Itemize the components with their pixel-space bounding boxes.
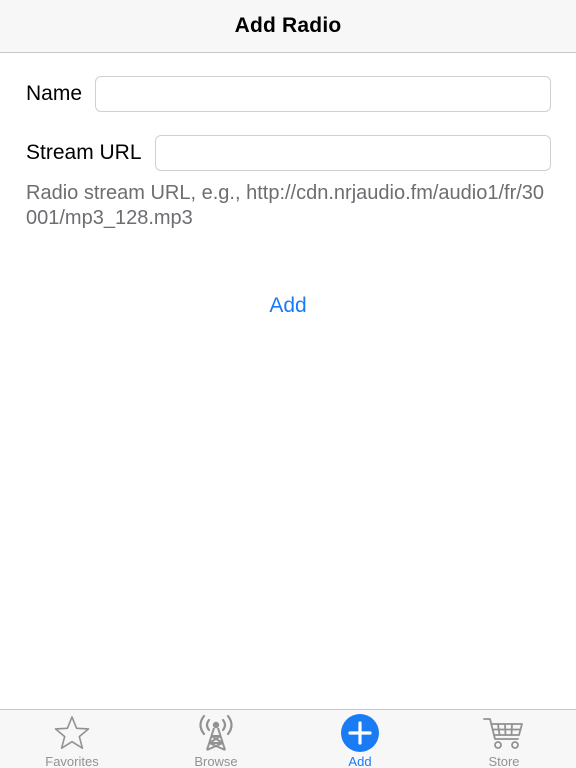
tab-bar: Favorites Browse Add Store [0,709,576,768]
stream-url-label: Stream URL [26,141,142,164]
stream-url-row: Stream URL [26,135,551,171]
name-input[interactable] [95,76,551,112]
page-title: Add Radio [234,14,342,37]
tab-label-favorites: Favorites [45,754,99,768]
name-row: Name [26,76,551,112]
cart-icon [482,714,526,752]
tab-add[interactable]: Add [288,710,432,768]
stream-url-input[interactable] [154,135,551,171]
tab-browse[interactable]: Browse [144,710,288,768]
tab-label-add: Add [348,754,372,768]
tab-label-store: Store [488,754,520,768]
tab-store[interactable]: Store [432,710,576,768]
tab-label-browse: Browse [194,754,238,768]
add-button-container: Add [0,294,576,318]
tab-favorites[interactable]: Favorites [0,710,144,768]
add-button[interactable]: Add [269,294,306,317]
star-icon [50,714,94,752]
stream-url-hint: Radio stream URL, e.g., http://cdn.nrjau… [26,182,545,229]
name-label: Name [26,82,83,105]
plus-circle-icon [338,714,382,752]
navigation-bar: Add Radio [0,0,576,53]
radio-tower-icon [194,714,238,752]
